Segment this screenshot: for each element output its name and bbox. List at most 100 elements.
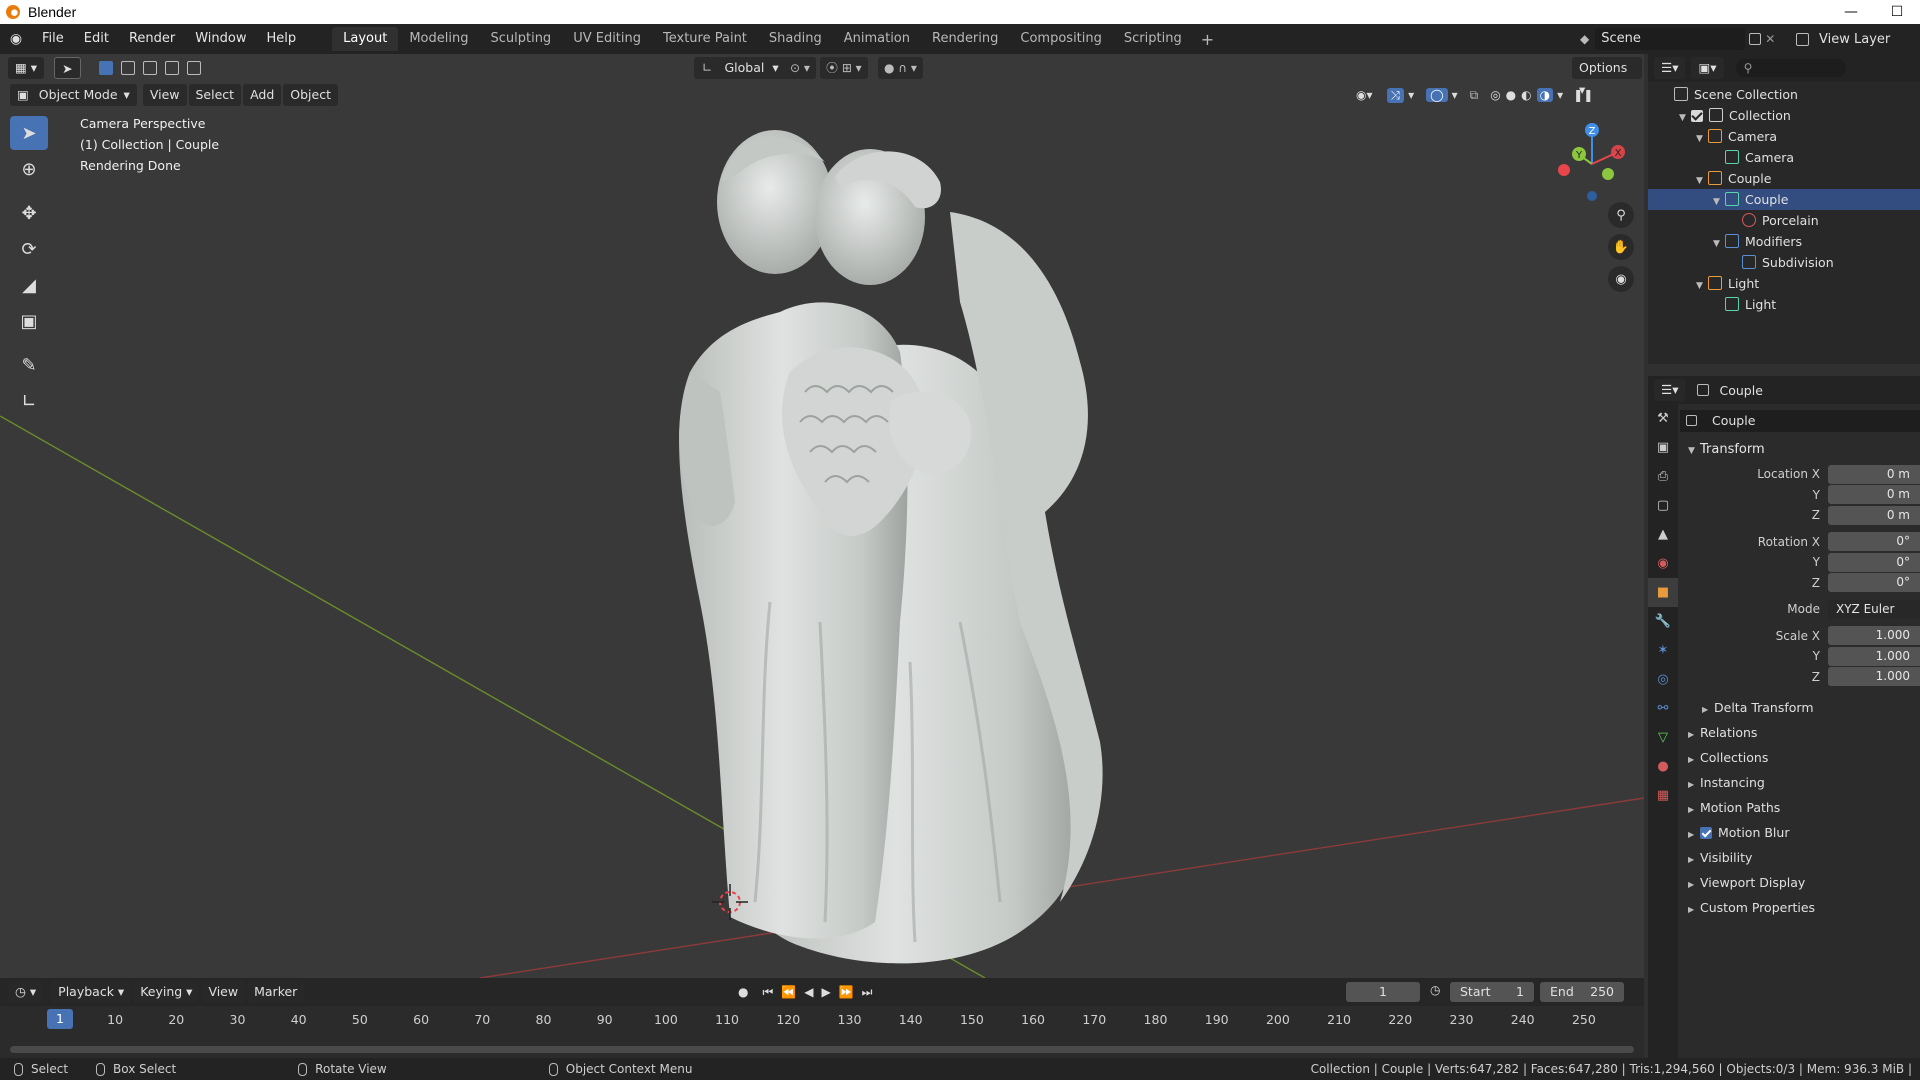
add-workspace-icon[interactable]: +: [1193, 30, 1222, 49]
timeline-menu-marker[interactable]: Marker: [247, 981, 305, 1003]
location-x-field[interactable]: 0 m: [1828, 464, 1920, 484]
object-name-field[interactable]: Couple: [1680, 410, 1920, 432]
particles-tab-icon[interactable]: ✶: [1648, 636, 1678, 665]
jump-keyframe-back-icon[interactable]: ⏪: [781, 985, 796, 999]
delta-transform-panel[interactable]: ▶ Delta Transform: [1680, 695, 1920, 720]
select-box-tool-icon[interactable]: ➤: [10, 116, 48, 150]
scale-tool-icon[interactable]: ◢: [10, 268, 48, 302]
custom-properties-panel[interactable]: ▶ Custom Properties: [1680, 895, 1920, 920]
jump-start-icon[interactable]: ⏮: [762, 985, 773, 1000]
timeline-scrollbar[interactable]: [10, 1046, 1634, 1053]
record-icon[interactable]: ●: [738, 985, 748, 999]
pan-view-icon[interactable]: ✋: [1608, 234, 1634, 260]
xray-toggle-icon[interactable]: ⧉: [1470, 88, 1479, 103]
outliner-row[interactable]: Porcelain: [1648, 210, 1920, 231]
menu-render[interactable]: Render: [119, 28, 185, 50]
outliner-row[interactable]: ▼ Modifiers: [1648, 231, 1920, 252]
options-dropdown[interactable]: Options ▾: [1572, 57, 1642, 97]
timeline-current-frame-marker[interactable]: 1: [47, 1009, 73, 1029]
select-subtract-icon[interactable]: [142, 61, 157, 75]
constraints-tab-icon[interactable]: ⚯: [1648, 694, 1678, 723]
outliner-row[interactable]: Camera: [1648, 147, 1920, 168]
selection-mode-icons[interactable]: [95, 61, 205, 75]
motion-paths-panel[interactable]: ▶ Motion Paths: [1680, 795, 1920, 820]
output-tab-icon[interactable]: ⎙: [1648, 462, 1678, 491]
minimize-icon[interactable]: —: [1828, 0, 1874, 24]
viewport-menu-object[interactable]: Object: [283, 84, 338, 106]
shading-dropdown-icon[interactable]: ▾: [1557, 88, 1563, 102]
current-frame-field[interactable]: 1: [1346, 982, 1420, 1002]
transform-tool-icon[interactable]: ▣: [10, 304, 48, 338]
viewport-menu-view[interactable]: View: [142, 84, 187, 106]
outliner-row[interactable]: ▼ Camera: [1648, 126, 1920, 147]
rotation-mode-dropdown[interactable]: XYZ Euler: [1828, 599, 1920, 619]
editor-type-icon[interactable]: ▦ ▾: [8, 57, 45, 79]
outliner-row[interactable]: Scene Collection: [1648, 84, 1920, 105]
rendered-shading-icon[interactable]: ◑: [1536, 88, 1554, 102]
snap-icon[interactable]: ⦿ ⊞ ▾: [820, 57, 868, 79]
scene-tab-icon[interactable]: ▲: [1648, 520, 1678, 549]
view-layer-selector[interactable]: View Layer: [1792, 28, 1890, 50]
couple-statue-model[interactable]: [660, 102, 1120, 978]
proportional-edit-icon[interactable]: ● ∩ ▾: [878, 57, 923, 79]
motion-blur-panel[interactable]: ▶ Motion Blur: [1680, 820, 1920, 845]
transform-panel-header[interactable]: ▼ Transform: [1680, 438, 1920, 462]
move-tool-icon[interactable]: ✥: [10, 196, 48, 230]
view-layer-tab-icon[interactable]: ▢: [1648, 491, 1678, 520]
stopwatch-icon[interactable]: ◷: [1430, 983, 1440, 997]
tab-texture-paint[interactable]: Texture Paint: [652, 27, 758, 51]
zoom-view-icon[interactable]: ⚲: [1608, 202, 1634, 228]
menu-file[interactable]: File: [32, 28, 74, 50]
blender-menu-icon[interactable]: ◉: [0, 24, 32, 54]
overlays-toggle-icon[interactable]: ◯: [1426, 88, 1448, 102]
collections-panel[interactable]: ▶ Collections: [1680, 745, 1920, 770]
jump-end-icon[interactable]: ⏭: [862, 985, 873, 1000]
pivot-point-icon[interactable]: ⊙ ▾: [784, 57, 816, 79]
render-tab-icon[interactable]: ▣: [1648, 433, 1678, 462]
play-icon[interactable]: ▶: [821, 985, 830, 999]
outliner-row[interactable]: Subdivision: [1648, 252, 1920, 273]
start-frame-field[interactable]: Start 1: [1450, 982, 1534, 1002]
modifier-tab-icon[interactable]: 🔧: [1648, 607, 1678, 636]
tab-scripting[interactable]: Scripting: [1113, 27, 1193, 51]
gizmo-toggle-icon[interactable]: ⤨: [1386, 87, 1405, 103]
menu-edit[interactable]: Edit: [74, 28, 119, 50]
wireframe-shading-icon[interactable]: ◎: [1490, 88, 1500, 102]
material-shading-icon[interactable]: ◐: [1521, 88, 1531, 102]
scene-name-field[interactable]: Scene: [1595, 28, 1746, 50]
delete-scene-icon[interactable]: ✕: [1765, 32, 1775, 46]
object-mode-dropdown[interactable]: ▣ Object Mode ▾: [10, 84, 137, 106]
collection-include-checkbox[interactable]: [1691, 110, 1703, 122]
tab-modeling[interactable]: Modeling: [398, 27, 479, 51]
outliner-row[interactable]: Light: [1648, 294, 1920, 315]
scale-x-field[interactable]: 1.000: [1828, 626, 1920, 646]
physics-tab-icon[interactable]: ◎: [1648, 665, 1678, 694]
timeline-menu-keying[interactable]: Keying ▾: [133, 981, 200, 1003]
overlays-dropdown-icon[interactable]: ▾: [1452, 88, 1458, 102]
viewport-menu-add[interactable]: Add: [243, 84, 282, 106]
data-tab-icon[interactable]: ▽: [1648, 723, 1678, 752]
tab-compositing[interactable]: Compositing: [1009, 27, 1113, 51]
outliner-row[interactable]: ▼ Couple: [1648, 189, 1920, 210]
world-tab-icon[interactable]: ◉: [1648, 549, 1678, 578]
menu-help[interactable]: Help: [257, 28, 307, 50]
tab-rendering[interactable]: Rendering: [921, 27, 1009, 51]
outliner-editor-type-icon[interactable]: ☰▾: [1654, 57, 1686, 79]
select-extend-icon[interactable]: [120, 61, 135, 75]
tab-layout[interactable]: Layout: [332, 27, 399, 51]
tab-uv-editing[interactable]: UV Editing: [562, 27, 652, 51]
timeline-editor-type-icon[interactable]: ◷ ▾: [8, 981, 44, 1003]
solid-shading-icon[interactable]: ●: [1506, 88, 1516, 102]
location-y-field[interactable]: 0 m: [1828, 485, 1920, 505]
select-tool-icon[interactable]: ➤: [54, 57, 81, 79]
transform-orientation-dropdown[interactable]: ∟ Global ▾: [694, 57, 787, 79]
object-tab-icon[interactable]: ■: [1648, 578, 1678, 607]
material-tab-icon[interactable]: ●: [1648, 752, 1678, 781]
properties-editor-type-icon[interactable]: ☰▾: [1654, 379, 1686, 401]
outliner-search-field[interactable]: ⚲: [1735, 59, 1846, 77]
texture-tab-icon[interactable]: ▦: [1648, 781, 1678, 810]
tool-tab-icon[interactable]: ⚒: [1648, 404, 1678, 433]
scale-z-field[interactable]: 1.000: [1828, 667, 1920, 687]
play-reverse-icon[interactable]: ◀: [804, 985, 813, 999]
select-intersect-icon[interactable]: [186, 61, 201, 75]
